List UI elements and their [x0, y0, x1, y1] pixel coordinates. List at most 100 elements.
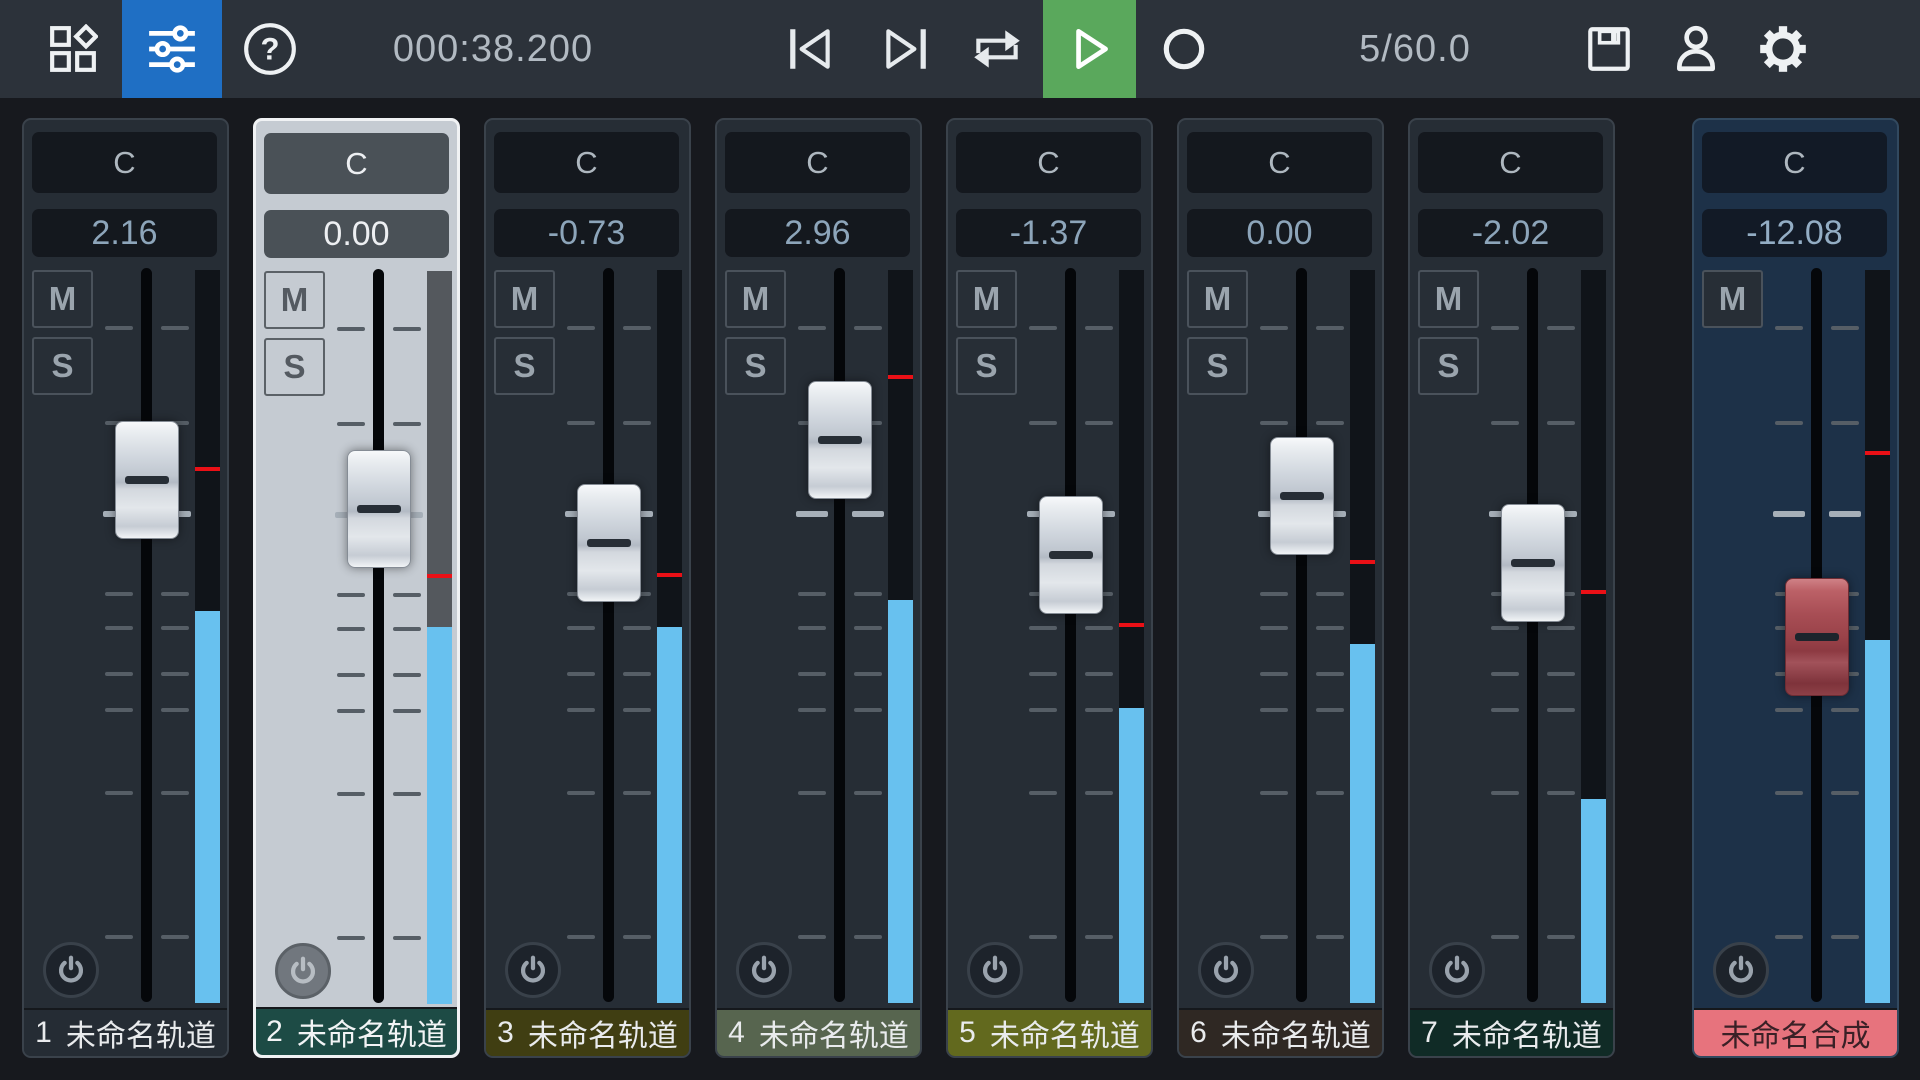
fader-knob[interactable]: [1270, 437, 1334, 555]
track-name: 未命名轨道: [1452, 1011, 1602, 1055]
solo-button[interactable]: S: [32, 337, 93, 395]
fader-track[interactable]: [141, 268, 152, 1002]
help-button[interactable]: ?: [240, 0, 300, 98]
pan-button[interactable]: C: [1702, 132, 1887, 193]
gain-value-display[interactable]: 0.00: [264, 210, 449, 258]
fader-knob[interactable]: [1501, 504, 1565, 622]
mute-button[interactable]: M: [725, 270, 786, 328]
mute-button[interactable]: M: [956, 270, 1017, 328]
fader-track[interactable]: [1296, 268, 1307, 1002]
gain-value-display[interactable]: 2.96: [725, 209, 910, 257]
solo-button[interactable]: S: [725, 337, 786, 395]
track-label[interactable]: 6未命名轨道: [1179, 1008, 1382, 1056]
fader-track[interactable]: [834, 268, 845, 1002]
power-icon: [978, 953, 1012, 987]
gain-value-display[interactable]: -12.08: [1702, 209, 1887, 257]
channel-power-button[interactable]: [967, 942, 1023, 998]
skip-to-end-button[interactable]: [877, 0, 933, 98]
solo-button[interactable]: S: [494, 337, 555, 395]
track-label[interactable]: 7未命名轨道: [1410, 1008, 1613, 1056]
channel-power-button[interactable]: [1429, 942, 1485, 998]
solo-button[interactable]: S: [956, 337, 1017, 395]
fader-knob[interactable]: [347, 450, 411, 568]
play-button[interactable]: [1043, 0, 1136, 98]
fader-tick: [1775, 708, 1803, 712]
fader-knob[interactable]: [577, 484, 641, 602]
fader-knob-line: [587, 539, 631, 547]
fader-tick: [105, 626, 133, 630]
channel-power-button[interactable]: [43, 942, 99, 998]
mixer-tab-button[interactable]: [122, 0, 222, 98]
fader-tick: [1547, 626, 1575, 630]
master-channel-strip: C -12.08 M 未命名合成: [1692, 118, 1899, 1058]
pan-button[interactable]: C: [264, 133, 449, 194]
clip-indicator: [195, 467, 220, 471]
svg-text:?: ?: [261, 31, 280, 66]
fader-track[interactable]: [1527, 268, 1538, 1002]
fader-tick: [798, 935, 826, 939]
fader-tick: [567, 626, 595, 630]
channel-power-button[interactable]: [736, 942, 792, 998]
fader-tick: [1775, 935, 1803, 939]
fader-knob[interactable]: [1039, 496, 1103, 614]
pan-button[interactable]: C: [494, 132, 679, 193]
solo-button[interactable]: S: [264, 338, 325, 396]
skip-to-start-button[interactable]: [783, 0, 839, 98]
fader-track[interactable]: [373, 269, 384, 1003]
channel-power-button[interactable]: [1198, 942, 1254, 998]
gain-value-display[interactable]: 2.16: [32, 209, 217, 257]
fader-knob[interactable]: [808, 381, 872, 499]
gain-value-display[interactable]: 0.00: [1187, 209, 1372, 257]
fader-tick: [1260, 326, 1288, 330]
channel-power-button[interactable]: [505, 942, 561, 998]
fader-track[interactable]: [603, 268, 614, 1002]
mute-button[interactable]: M: [264, 271, 325, 329]
pan-button[interactable]: C: [32, 132, 217, 193]
level-meter-fill: [195, 611, 220, 1003]
fader-tick: [854, 935, 882, 939]
pan-button[interactable]: C: [1187, 132, 1372, 193]
track-label[interactable]: 5未命名轨道: [948, 1008, 1151, 1056]
track-label[interactable]: 2未命名轨道: [256, 1007, 457, 1055]
fader-tick: [337, 627, 365, 631]
channel-power-button[interactable]: [275, 943, 331, 999]
solo-button[interactable]: S: [1187, 337, 1248, 395]
mute-button[interactable]: M: [1418, 270, 1479, 328]
time-display[interactable]: 000:38.200: [388, 0, 598, 98]
mute-button[interactable]: M: [32, 270, 93, 328]
pan-button[interactable]: C: [956, 132, 1141, 193]
record-button[interactable]: [1156, 0, 1212, 98]
pan-button[interactable]: C: [1418, 132, 1603, 193]
tempo-display[interactable]: 5/60.0: [1350, 0, 1480, 98]
mute-button[interactable]: M: [1187, 270, 1248, 328]
gain-value-display[interactable]: -1.37: [956, 209, 1141, 257]
fader-tick: [798, 708, 826, 712]
track-label[interactable]: 4未命名轨道: [717, 1008, 920, 1056]
track-label[interactable]: 未命名合成: [1694, 1008, 1897, 1056]
save-button[interactable]: [1580, 0, 1638, 98]
fader-tick: [393, 593, 421, 597]
loop-button[interactable]: [966, 0, 1028, 98]
channel-power-button[interactable]: [1713, 942, 1769, 998]
fader-knob[interactable]: [115, 421, 179, 539]
solo-button[interactable]: S: [1418, 337, 1479, 395]
fader-track[interactable]: [1065, 268, 1076, 1002]
layout-tab-button[interactable]: [40, 0, 106, 98]
track-label[interactable]: 1未命名轨道: [24, 1008, 227, 1056]
fader-tick: [1547, 708, 1575, 712]
fader-tick: [161, 592, 189, 596]
settings-button[interactable]: [1754, 0, 1812, 98]
fader-tick: [854, 592, 882, 596]
gain-value-display[interactable]: -2.02: [1418, 209, 1603, 257]
track-number: 6: [1190, 1016, 1207, 1050]
mute-button[interactable]: M: [494, 270, 555, 328]
pan-button[interactable]: C: [725, 132, 910, 193]
fader-tick: [1491, 791, 1519, 795]
track-name: 未命名轨道: [990, 1011, 1140, 1055]
fader-knob[interactable]: [1785, 578, 1849, 696]
mute-button[interactable]: M: [1702, 270, 1763, 328]
user-account-button[interactable]: [1668, 0, 1724, 98]
track-label[interactable]: 3未命名轨道: [486, 1008, 689, 1056]
gain-value-display[interactable]: -0.73: [494, 209, 679, 257]
fader-tick: [1085, 672, 1113, 676]
